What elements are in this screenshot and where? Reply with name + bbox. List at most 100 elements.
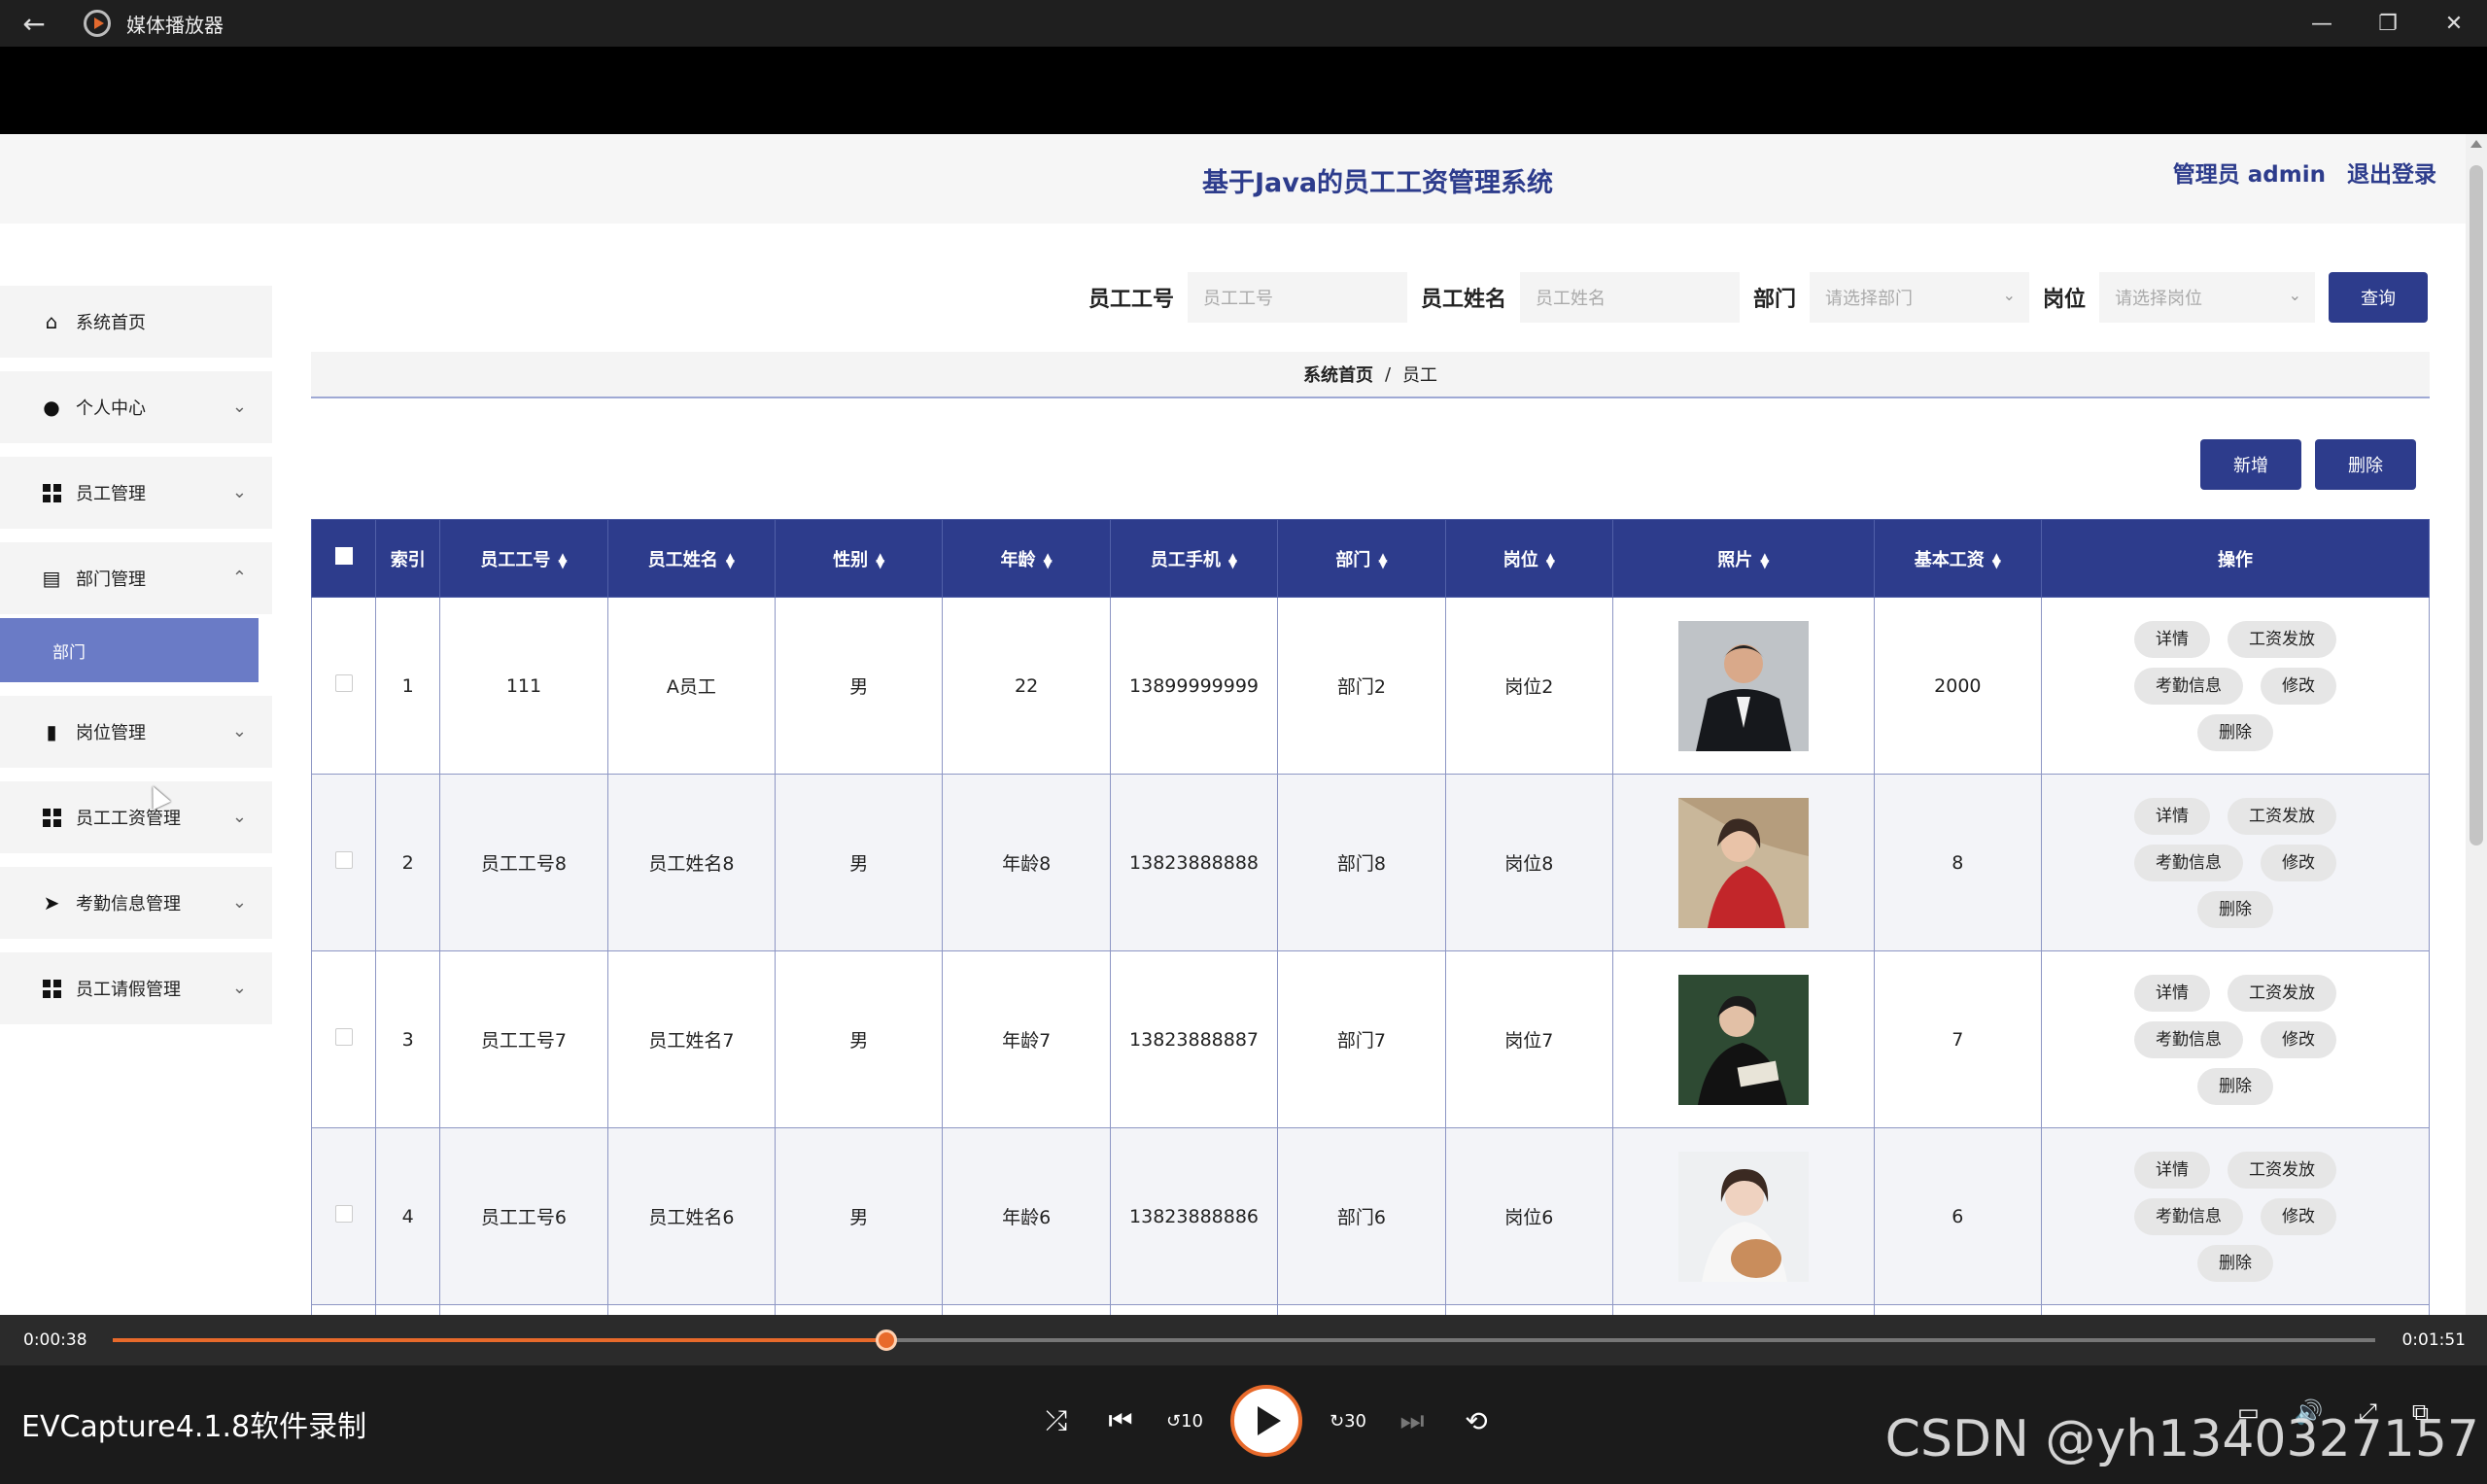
row-checkbox[interactable] (310, 774, 377, 951)
salary-payment-button[interactable]: 工资发放 (2228, 1151, 2337, 1189)
sidebar-item-salary-management[interactable]: 员工工资管理 ⌄ (0, 781, 272, 853)
sidebar-item-label: 系统首页 (76, 313, 146, 333)
media-player-controls: 0:00:38 0:01:51 EVCapture4.1.8软件录制 ⤮ ⏮ ↺… (0, 1315, 2487, 1484)
detail-button[interactable]: 详情 (2133, 1151, 2210, 1189)
edit-button[interactable]: 修改 (2261, 844, 2337, 881)
sidebar-item-label: 员工工资管理 (76, 809, 181, 829)
search-bar: 员工工号 员工工号 员工姓名 员工姓名 部门 请选择部门 ⌄ 岗位 请选择岗位 … (1088, 272, 2429, 323)
arrow-left-icon[interactable]: ← (0, 8, 68, 40)
sidebar-item-personal-center[interactable]: ● 个人中心 ⌄ (0, 371, 272, 443)
detail-button[interactable]: 详情 (2133, 974, 2210, 1012)
row-delete-button[interactable]: 删除 (2197, 890, 2273, 928)
salary-payment-button[interactable]: 工资发放 (2228, 620, 2337, 658)
header-age[interactable]: 年龄 ▲ ▼ (942, 519, 1111, 598)
header-department[interactable]: 部门 ▲ ▼ (1277, 519, 1446, 598)
department-select[interactable]: 请选择部门 ⌄ (1810, 272, 2030, 323)
delete-button[interactable]: 删除 (2315, 439, 2416, 490)
employee-photo (1677, 620, 1809, 751)
play-button[interactable] (1230, 1385, 1302, 1457)
minimize-icon[interactable]: — (2289, 0, 2355, 47)
attendance-button[interactable]: 考勤信息 (2133, 1197, 2243, 1235)
sort-icon: ▲ ▼ (1227, 549, 1238, 570)
header-employee-id[interactable]: 员工工号 ▲ ▼ (439, 519, 608, 598)
seek-bar[interactable] (113, 1329, 2375, 1351)
detail-button[interactable]: 详情 (2133, 797, 2210, 835)
chevron-down-icon: ⌄ (231, 978, 247, 998)
sidebar-item-post-management[interactable]: ▮ 岗位管理 ⌄ (0, 696, 272, 768)
next-icon[interactable]: ⏭ (1382, 1391, 1442, 1451)
skip-forward-icon[interactable]: ↻ 30 (1318, 1391, 1378, 1451)
sidebar-subitem-department[interactable]: 部门 (0, 618, 259, 682)
table-actions: 新增 删除 (2200, 439, 2430, 490)
cell-phone: 13899999999 (1109, 597, 1279, 775)
shuffle-icon[interactable]: ⤮ (1026, 1391, 1087, 1451)
cell-photo (1612, 1304, 1875, 1315)
sidebar-item-home[interactable]: ⌂ 系统首页 (0, 286, 272, 358)
attendance-button[interactable]: 考勤信息 (2133, 667, 2243, 705)
cell-employee-id: 员工工号8 (439, 774, 608, 951)
sidebar-item-leave-management[interactable]: 员工请假管理 ⌄ (0, 952, 272, 1024)
breadcrumb-separator: / (1384, 363, 1392, 385)
cell-index: 2 (375, 774, 441, 951)
row-checkbox[interactable] (310, 597, 377, 775)
detail-button[interactable]: 详情 (2133, 620, 2210, 658)
page-scrollbar[interactable] (2466, 134, 2487, 1315)
cell-photo (1612, 950, 1875, 1128)
salary-payment-button[interactable]: 工资发放 (2228, 974, 2337, 1012)
row-delete-button[interactable]: 删除 (2197, 1244, 2273, 1282)
header-salary[interactable]: 基本工资 ▲ ▼ (1873, 519, 2043, 598)
row-checkbox[interactable] (310, 950, 377, 1128)
row-delete-button[interactable]: 删除 (2197, 713, 2273, 751)
edit-button[interactable]: 修改 (2261, 1197, 2337, 1235)
sidebar-item-label: 考勤信息管理 (76, 894, 181, 915)
sidebar: ⌂ 系统首页 ● 个人中心 ⌄ 员工管理 ⌄ ▤ 部门管理 ⌃ 部门 ▮ 岗位管… (0, 286, 272, 1038)
post-select[interactable]: 请选择岗位 ⌄ (2099, 272, 2316, 323)
breadcrumb-home[interactable]: 系统首页 (1303, 362, 1373, 387)
header-post[interactable]: 岗位 ▲ ▼ (1444, 519, 1614, 598)
sort-icon: ▲ ▼ (876, 549, 885, 570)
chevron-down-icon: ⌄ (2288, 286, 2302, 304)
salary-payment-button[interactable]: 工资发放 (2228, 797, 2337, 835)
cell-post: 岗位8 (1444, 774, 1614, 951)
employee-id-input[interactable]: 员工工号 (1188, 272, 1408, 323)
table-row: 2 员工工号8 员工姓名8 男 年龄8 13823888888 部门8 岗位8 (310, 774, 2430, 951)
scrollbar-thumb[interactable] (2470, 165, 2483, 846)
sidebar-item-department-management[interactable]: ▤ 部门管理 ⌃ (0, 542, 272, 614)
logout-link[interactable]: 退出登录 (2347, 162, 2436, 188)
repeat-off-icon[interactable]: ⟲ (1446, 1391, 1506, 1451)
row-delete-button[interactable]: 删除 (2197, 1067, 2273, 1105)
sidebar-item-label: 员工请假管理 (76, 980, 181, 1000)
sidebar-item-employee-management[interactable]: 员工管理 ⌄ (0, 457, 272, 529)
restore-icon[interactable]: ❐ (2355, 0, 2421, 47)
table-row: 1 111 A员工 男 22 13899999999 部门2 岗位2 2000 … (310, 597, 2430, 775)
sort-icon: ▲ ▼ (558, 549, 568, 570)
grid-icon (41, 807, 62, 828)
header-gender[interactable]: 性别 ▲ ▼ (775, 519, 944, 598)
close-icon[interactable]: ✕ (2421, 0, 2487, 47)
query-button[interactable]: 查询 (2329, 272, 2429, 323)
add-button[interactable]: 新增 (2200, 439, 2301, 490)
attendance-button[interactable]: 考勤信息 (2133, 1020, 2243, 1058)
attendance-button[interactable]: 考勤信息 (2133, 844, 2243, 881)
table-row: 4 员工工号6 员工姓名6 男 年龄6 13823888886 部门6 岗位6 (310, 1127, 2430, 1305)
header-employee-name[interactable]: 员工姓名 ▲ ▼ (606, 519, 777, 598)
admin-user-label[interactable]: 管理员 admin (2173, 162, 2326, 188)
row-checkbox[interactable] (310, 1304, 377, 1315)
row-checkbox[interactable] (310, 1127, 377, 1305)
skip-back-icon[interactable]: ↺ 10 (1155, 1391, 1215, 1451)
cell-salary (1873, 1304, 2043, 1315)
scroll-up-icon[interactable] (2470, 140, 2482, 148)
header-photo[interactable]: 照片 ▲ ▼ (1612, 519, 1875, 598)
cell-index (375, 1304, 441, 1315)
cell-age: 年龄6 (942, 1127, 1111, 1305)
header-phone[interactable]: 员工手机 ▲ ▼ (1109, 519, 1279, 598)
edit-button[interactable]: 修改 (2261, 1020, 2337, 1058)
edit-button[interactable]: 修改 (2261, 667, 2337, 705)
select-all-checkbox[interactable] (310, 519, 377, 598)
employee-name-input[interactable]: 员工姓名 (1520, 272, 1741, 323)
previous-icon[interactable]: ⏮ (1090, 1391, 1151, 1451)
cell-age: 年龄7 (942, 950, 1111, 1128)
sidebar-item-attendance-management[interactable]: ➤ 考勤信息管理 ⌄ (0, 867, 272, 939)
seek-handle[interactable] (876, 1329, 898, 1351)
chevron-down-icon: ⌄ (231, 892, 247, 913)
